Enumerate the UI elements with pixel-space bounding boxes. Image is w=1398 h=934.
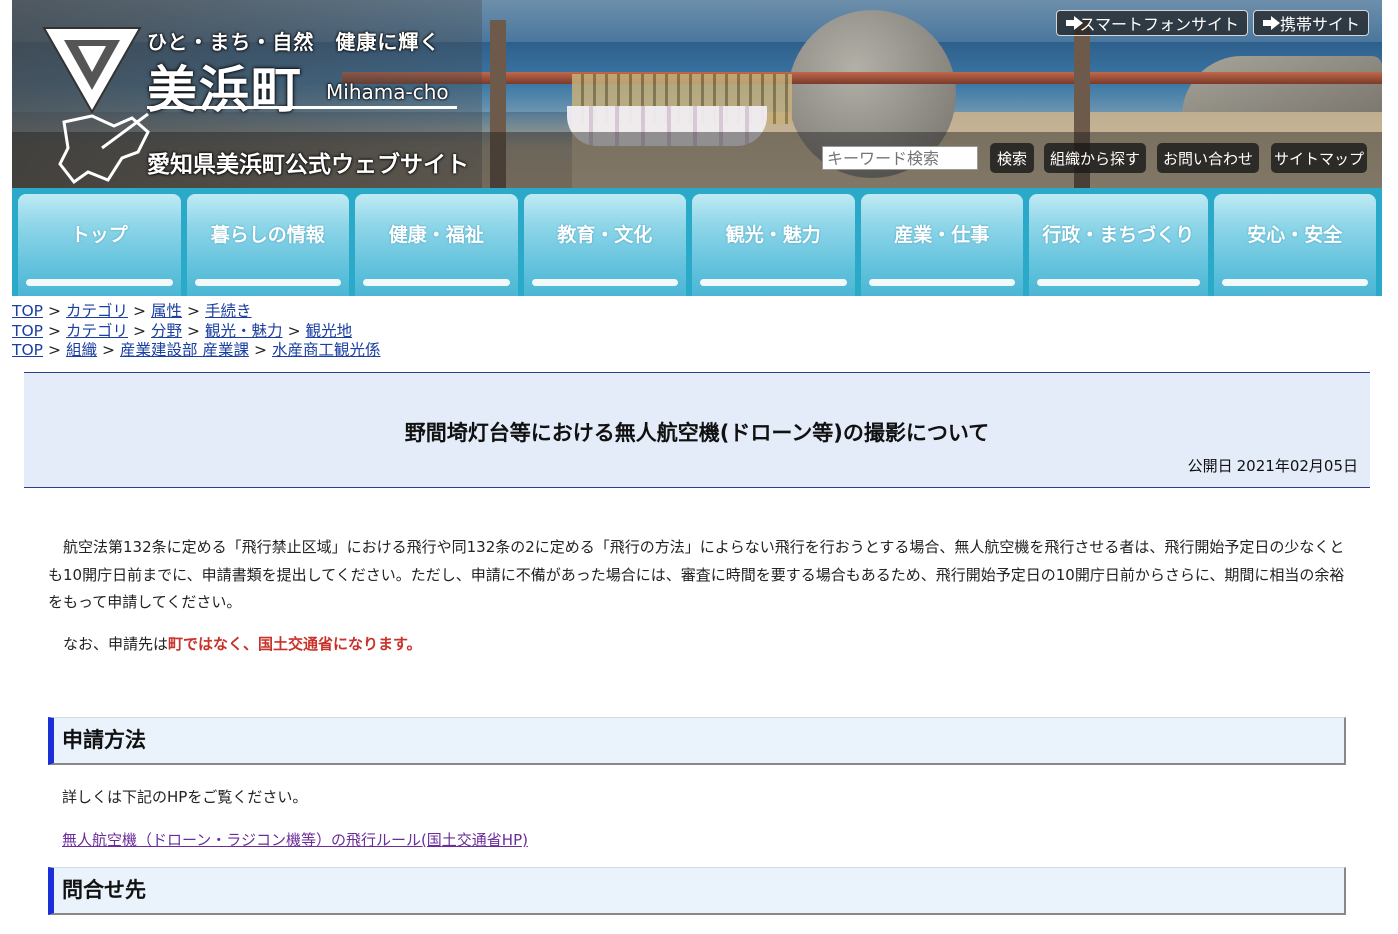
global-nav: トップ 暮らしの情報 健康・福祉 教育・文化 観光・魅力 産業・仕事 行政・まち… — [12, 188, 1382, 296]
breadcrumb-trail: TOP > カテゴリ > 分野 > 観光・魅力 > 観光地 — [12, 322, 380, 342]
town-emblem-icon[interactable] — [42, 24, 142, 116]
nav-health-welfare[interactable]: 健康・福祉 — [355, 194, 518, 296]
logo-underline — [147, 106, 457, 109]
section-heading-contact: 問合せ先 — [48, 867, 1346, 915]
breadcrumb-link[interactable]: TOP — [12, 341, 43, 359]
publish-date: 公開日 2021年02月05日 — [1188, 455, 1358, 476]
smartphone-site-button[interactable]: スマートフォンサイト — [1056, 10, 1248, 36]
breadcrumb-link[interactable]: 観光地 — [306, 322, 353, 340]
town-name-roman: Mihama-cho — [326, 80, 449, 104]
breadcrumb-link[interactable]: TOP — [12, 302, 43, 320]
breadcrumb-link[interactable]: 属性 — [151, 302, 182, 320]
mobile-site-button[interactable]: 携帯サイト — [1253, 10, 1369, 36]
method-text: 詳しくは下記のHPをご覧ください。 — [62, 788, 308, 806]
town-map-icon — [58, 112, 150, 185]
breadcrumb-link[interactable]: 手続き — [205, 302, 252, 320]
publish-date-value: 2021年02月05日 — [1236, 457, 1358, 475]
nav-administration[interactable]: 行政・まちづくり — [1029, 194, 1208, 296]
nav-industry-work[interactable]: 産業・仕事 — [860, 194, 1023, 296]
smartphone-site-label: スマートフォンサイト — [1079, 15, 1239, 34]
org-search-button[interactable]: 組織から探す — [1044, 143, 1146, 173]
nav-top[interactable]: トップ — [18, 194, 181, 296]
page-title-box: 野間埼灯台等における無人航空機(ドローン等)の撮影について 公開日 2021年02… — [24, 372, 1370, 488]
breadcrumb-link[interactable]: TOP — [12, 322, 43, 340]
breadcrumb-link[interactable]: カテゴリ — [66, 302, 128, 320]
keyword-search-input[interactable] — [822, 146, 978, 170]
breadcrumb-separator: > — [253, 341, 267, 360]
breadcrumb-link[interactable]: 水産商工観光係 — [272, 341, 381, 359]
breadcrumb-separator: > — [48, 321, 62, 340]
sitemap-button[interactable]: サイトマップ — [1271, 143, 1367, 173]
site-title: 愛知県美浜町公式ウェブサイト — [147, 152, 469, 178]
breadcrumb-separator: > — [48, 302, 62, 320]
breadcrumb-trail: TOP > 組織 > 産業建設部 産業課 > 水産商工観光係 — [12, 341, 380, 361]
breadcrumb-separator: > — [133, 321, 147, 340]
breadcrumb-separator: > — [102, 341, 116, 360]
breadcrumb-link[interactable]: 組織 — [66, 341, 97, 359]
nav-living[interactable]: 暮らしの情報 — [186, 194, 349, 296]
breadcrumb-link[interactable]: カテゴリ — [66, 322, 128, 340]
drone-rules-link[interactable]: 無人航空機（ドローン・ラジコン機等）の飛行ルール(国土交通省HP) — [62, 829, 528, 850]
town-name-logo[interactable]: 美浜町 — [147, 50, 303, 122]
breadcrumb-separator: > — [287, 321, 301, 340]
nav-safety[interactable]: 安心・安全 — [1213, 194, 1376, 296]
breadcrumb-link[interactable]: 観光・魅力 — [205, 322, 283, 340]
search-button[interactable]: 検索 — [990, 143, 1034, 173]
nav-tourism[interactable]: 観光・魅力 — [692, 194, 855, 296]
breadcrumb-link[interactable]: 産業建設部 産業課 — [120, 341, 249, 359]
site-header: ひと・まち・自然 健康に輝く 美浜町 Mihama-cho 愛知県美浜町公式ウェ… — [12, 0, 1382, 188]
breadcrumb-separator: > — [187, 302, 201, 320]
mobile-site-label: 携帯サイト — [1279, 15, 1360, 34]
note-emphasis: 町ではなく、国土交通省になります。 — [168, 635, 422, 653]
breadcrumb: TOP > カテゴリ > 属性 > 手続き TOP > カテゴリ > 分野 > 観光・魅力 > 観光地 TO… — [12, 302, 380, 361]
breadcrumb-separator: > — [133, 302, 147, 320]
arrow-right-icon — [1065, 14, 1085, 32]
arrow-right-icon — [1262, 14, 1280, 32]
contact-button[interactable]: お問い合わせ — [1157, 143, 1259, 173]
nav-education-culture[interactable]: 教育・文化 — [523, 194, 686, 296]
publish-date-label: 公開日 — [1187, 457, 1233, 475]
page-title: 野間埼灯台等における無人航空機(ドローン等)の撮影について — [404, 421, 990, 445]
note-paragraph: なお、申請先は町ではなく、国土交通省になります。 — [48, 631, 1348, 659]
breadcrumb-separator: > — [187, 321, 201, 340]
note-prefix: なお、申請先は — [63, 635, 169, 653]
intro-paragraph: 航空法第132条に定める「飛行禁止区域」における飛行や同132条の2に定める「飛… — [48, 538, 1345, 611]
breadcrumb-trail: TOP > カテゴリ > 属性 > 手続き — [12, 302, 380, 322]
breadcrumb-link[interactable]: 分野 — [151, 322, 182, 340]
breadcrumb-separator: > — [48, 341, 62, 360]
section-heading-application: 申請方法 — [48, 717, 1346, 765]
